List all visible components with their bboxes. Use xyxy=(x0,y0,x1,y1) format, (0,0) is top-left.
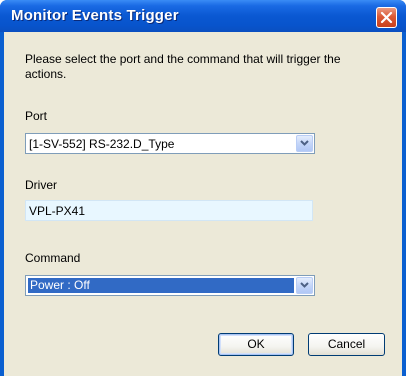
command-label: Command xyxy=(25,251,81,265)
port-select-value: [1-SV-552] RS-232.D_Type xyxy=(29,137,175,151)
driver-field-value: VPL-PX41 xyxy=(29,204,86,218)
instruction-text: Please select the port and the command t… xyxy=(25,52,341,81)
command-select-value: Power : Off xyxy=(30,278,90,292)
close-icon xyxy=(380,11,393,24)
port-select[interactable]: [1-SV-552] RS-232.D_Type xyxy=(25,133,315,154)
window-title: Monitor Events Trigger xyxy=(11,7,179,24)
driver-field: VPL-PX41 xyxy=(25,200,313,221)
title-bar[interactable]: Monitor Events Trigger xyxy=(0,0,406,32)
chevron-down-icon xyxy=(300,140,309,146)
driver-label: Driver xyxy=(25,178,57,192)
dialog-body: Please select the port and the command t… xyxy=(4,32,402,376)
close-button[interactable] xyxy=(376,7,397,28)
cancel-button[interactable]: Cancel xyxy=(308,333,385,356)
command-dropdown-button[interactable] xyxy=(296,277,313,294)
command-select[interactable]: Power : Off xyxy=(25,275,315,296)
port-label: Port xyxy=(25,109,48,123)
chevron-down-icon xyxy=(300,282,309,288)
dialog-window: Monitor Events Trigger Please select the… xyxy=(0,0,406,376)
port-dropdown-button[interactable] xyxy=(296,135,313,152)
ok-button[interactable]: OK xyxy=(218,333,294,356)
